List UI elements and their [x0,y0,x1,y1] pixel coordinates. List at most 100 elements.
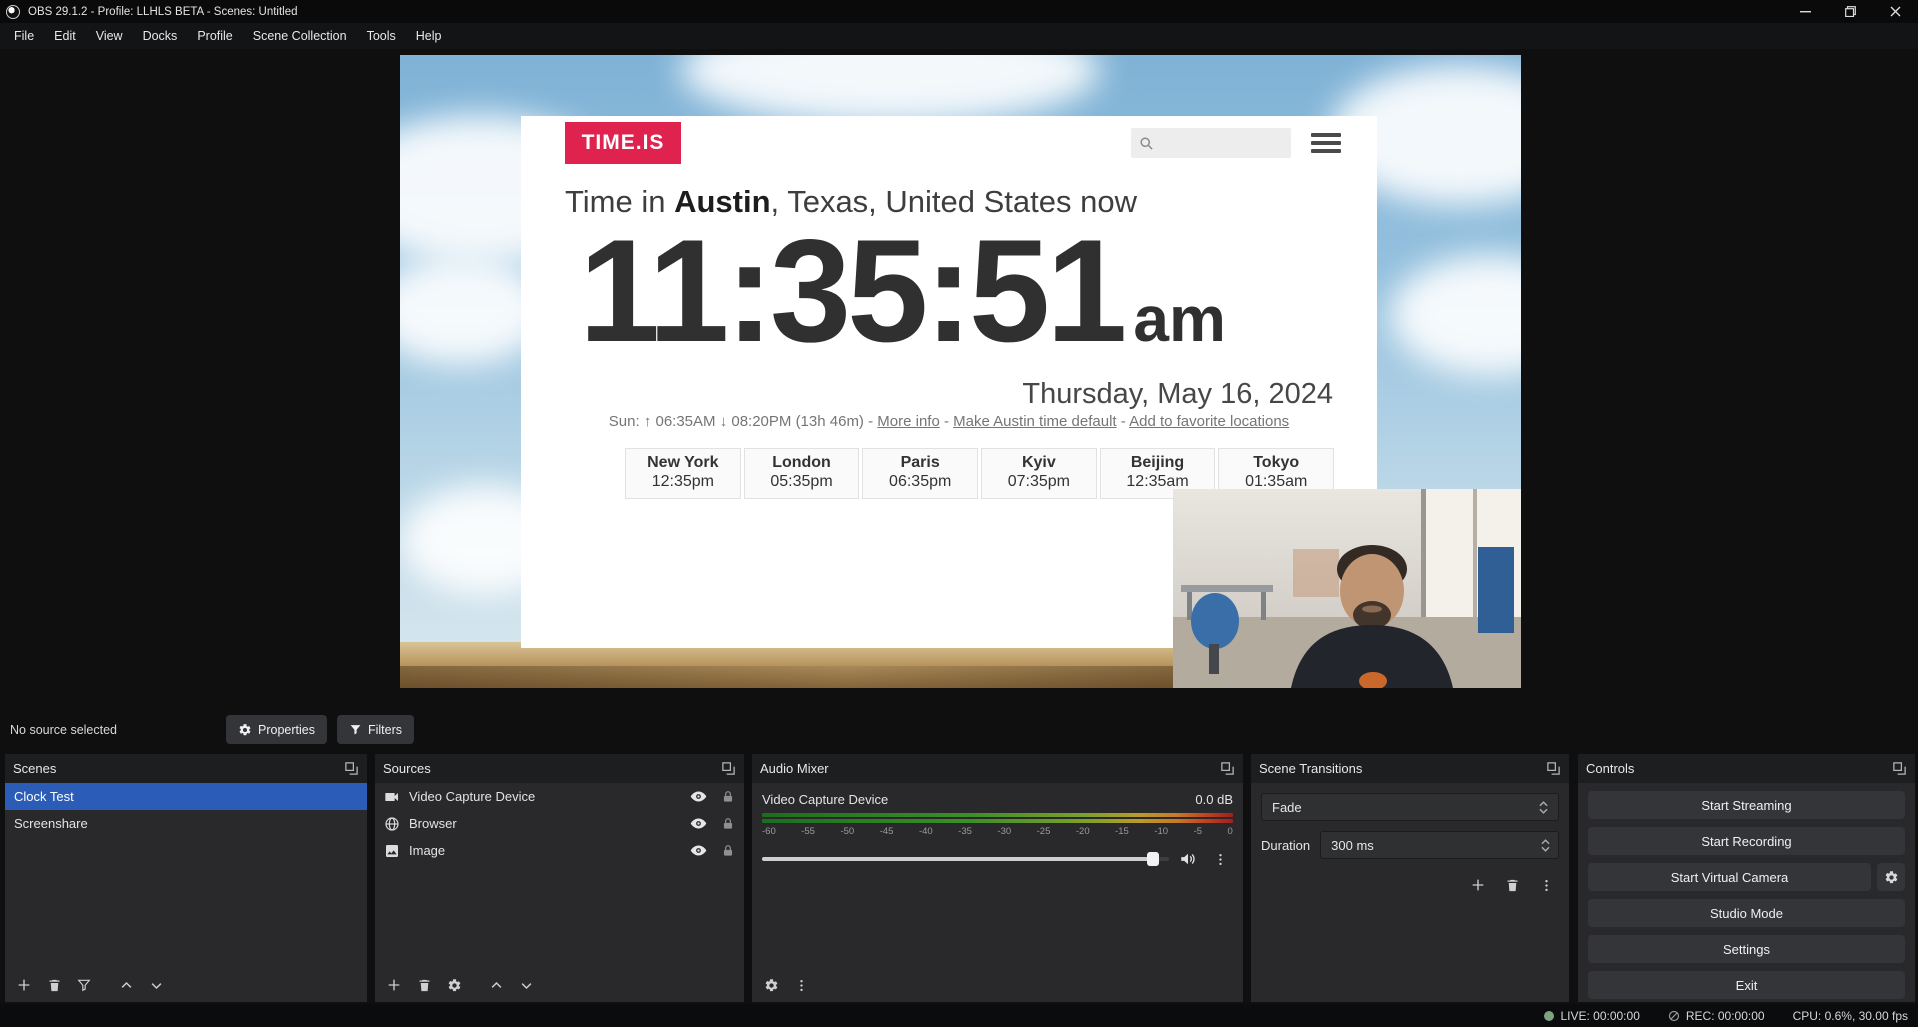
window-title: OBS 29.1.2 - Profile: LLHLS BETA - Scene… [28,6,298,18]
window-controls [1783,0,1918,23]
filters-button[interactable]: Filters [337,715,414,744]
settings-button[interactable]: Settings [1588,935,1905,963]
rec-status: REC: 00:00:00 [1668,1009,1765,1023]
source-item-image[interactable]: Image [375,837,744,864]
sources-panel-header[interactable]: Sources [375,754,744,783]
world-clock-kyiv: Kyiv07:35pm [981,448,1097,499]
obs-logo-icon [6,5,20,19]
audio-mixer-title: Audio Mixer [760,761,1220,776]
audio-mixer-panel: Audio Mixer Video Capture Device 0.0 dB … [752,754,1243,1002]
virtual-camera-config-button[interactable] [1877,863,1905,891]
world-clock-paris: Paris06:35pm [862,448,978,499]
visibility-eye-icon[interactable] [690,788,707,805]
minimize-button[interactable] [1783,0,1828,23]
camera-icon [384,789,400,805]
audio-channel-menu-button[interactable] [1207,846,1233,872]
gear-icon [238,723,252,737]
timeis-sun-info: Sun: ↑ 06:35AM ↓ 08:20PM (13h 46m) - Mor… [521,413,1377,430]
visibility-eye-icon[interactable] [690,815,707,832]
audio-mixer-toolbar [752,968,1243,1002]
timeis-clock: 11:35:51 am [579,218,1226,364]
properties-button[interactable]: Properties [226,715,327,744]
remove-source-button[interactable] [411,972,437,998]
popout-icon[interactable] [1220,761,1235,776]
search-input[interactable] [1160,136,1291,151]
lock-icon[interactable] [721,844,735,858]
more-info-link: More info [877,413,940,430]
add-transition-button[interactable] [1465,872,1491,898]
start-recording-button[interactable]: Start Recording [1588,827,1905,855]
gear-icon [1884,870,1899,885]
sources-toolbar [375,968,744,1002]
menu-view[interactable]: View [86,23,133,49]
timeis-date: Thursday, May 16, 2024 [1022,378,1333,411]
volume-meter-right [762,819,1233,823]
scene-transitions-panel: Scene Transitions Fade Duration [1251,754,1569,1002]
gear-icon [447,978,462,993]
menu-edit[interactable]: Edit [44,23,86,49]
speaker-icon[interactable] [1179,850,1197,868]
lock-icon[interactable] [721,817,735,831]
clock-time: 11:35:51 [579,218,1123,364]
menu-tools[interactable]: Tools [357,23,406,49]
scene-transitions-header[interactable]: Scene Transitions [1251,754,1569,783]
source-toolbar: No source selected Properties Filters [0,707,1918,752]
scenes-panel-header[interactable]: Scenes [5,754,367,783]
popout-icon[interactable] [344,761,359,776]
advanced-audio-button[interactable] [758,972,784,998]
visibility-eye-icon[interactable] [690,842,707,859]
source-properties-button[interactable] [441,972,467,998]
titlebar[interactable]: OBS 29.1.2 - Profile: LLHLS BETA - Scene… [0,0,1918,23]
scene-filters-button[interactable] [71,972,97,998]
move-scene-down-button[interactable] [143,972,169,998]
live-status: LIVE: 00:00:00 [1544,1009,1639,1023]
lock-icon[interactable] [721,790,735,804]
controls-title: Controls [1586,761,1892,776]
popout-icon[interactable] [1892,761,1907,776]
filter-icon [349,723,362,736]
scene-item-screenshare[interactable]: Screenshare [5,810,367,837]
add-source-button[interactable] [381,972,407,998]
cloud [1390,255,1521,375]
studio-mode-button[interactable]: Studio Mode [1588,899,1905,927]
audio-mixer-header[interactable]: Audio Mixer [752,754,1243,783]
popout-icon[interactable] [721,761,736,776]
popout-icon[interactable] [1546,761,1561,776]
controls-header[interactable]: Controls [1578,754,1915,783]
add-scene-button[interactable] [11,972,37,998]
cpu-fps-status: CPU: 0.6%, 30.00 fps [1793,1009,1908,1023]
scene-item-clock-test[interactable]: Clock Test [5,783,367,810]
move-scene-up-button[interactable] [113,972,139,998]
start-streaming-button[interactable]: Start Streaming [1588,791,1905,819]
start-virtual-camera-button[interactable]: Start Virtual Camera [1588,863,1871,891]
mixer-menu-button[interactable] [788,972,814,998]
preview-area[interactable]: TIME.IS Time in Austin, Texas, United St… [0,49,1918,707]
volume-meter-left [762,813,1233,817]
audio-level-db: 0.0 dB [1195,792,1233,807]
duration-spinbox[interactable]: 300 ms [1320,831,1559,859]
transition-menu-button[interactable] [1533,872,1559,898]
menu-file[interactable]: File [4,23,44,49]
timeis-search-box [1131,128,1291,158]
preview-canvas[interactable]: TIME.IS Time in Austin, Texas, United St… [400,55,1521,688]
maximize-button[interactable] [1828,0,1873,23]
source-item-browser[interactable]: Browser [375,810,744,837]
move-source-up-button[interactable] [483,972,509,998]
volume-slider-handle[interactable] [1147,852,1159,866]
transition-select[interactable]: Fade [1261,793,1559,821]
volume-slider[interactable] [762,857,1169,861]
spin-arrows-icon[interactable] [1541,839,1550,852]
world-clock-newyork: New York12:35pm [625,448,741,499]
exit-button[interactable]: Exit [1588,971,1905,999]
favorite-link: Add to favorite locations [1129,413,1289,430]
menu-docks[interactable]: Docks [133,23,188,49]
source-item-video-capture[interactable]: Video Capture Device [375,783,744,810]
remove-scene-button[interactable] [41,972,67,998]
menu-help[interactable]: Help [406,23,452,49]
close-button[interactable] [1873,0,1918,23]
remove-transition-button[interactable] [1499,872,1525,898]
preview-webcam-source[interactable] [1173,489,1521,688]
move-source-down-button[interactable] [513,972,539,998]
menu-profile[interactable]: Profile [187,23,242,49]
menu-scene-collection[interactable]: Scene Collection [243,23,357,49]
